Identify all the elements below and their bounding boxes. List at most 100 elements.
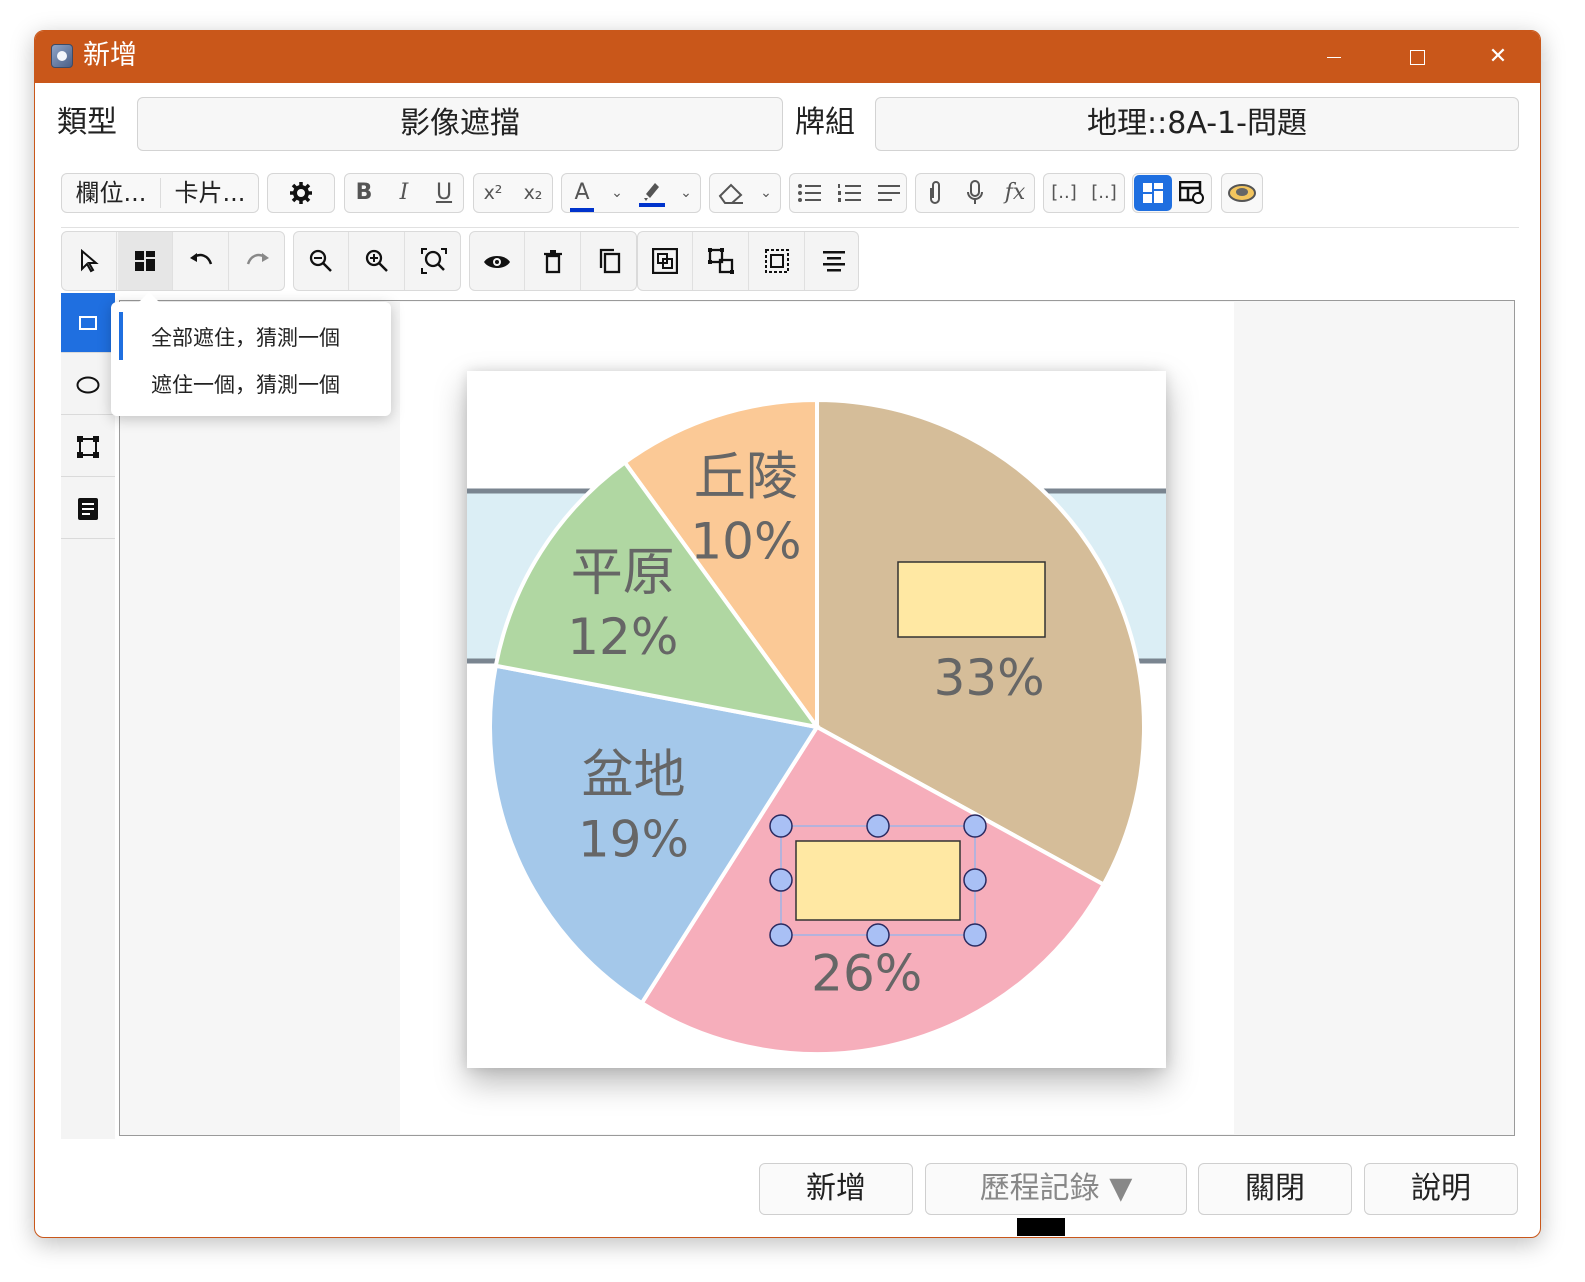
window-title: 新增	[83, 40, 137, 71]
table-edit-icon[interactable]	[1173, 174, 1211, 212]
occlusion-mask[interactable]	[897, 561, 1046, 638]
align-icon[interactable]	[870, 174, 908, 212]
ungroup-shapes-icon[interactable]	[694, 232, 749, 290]
polygon-tool-icon[interactable]	[61, 417, 115, 477]
add-note-window: 新增 ✕ 類型 影像遮擋 牌組 地理::8A-1-問題 欄位... 卡片... …	[34, 30, 1541, 1238]
resize-handle[interactable]	[963, 923, 987, 947]
resize-handle[interactable]	[769, 868, 793, 892]
zoom-out-icon[interactable]	[294, 232, 349, 290]
select-all-icon[interactable]	[750, 232, 805, 290]
attachment-icon[interactable]	[916, 174, 954, 212]
resize-handle[interactable]	[866, 814, 890, 838]
shape-toolbar	[61, 293, 115, 1139]
script-group: x² x₂	[473, 173, 553, 213]
zoom-group	[293, 231, 461, 291]
occlusion-mode-icon[interactable]	[118, 232, 173, 290]
superscript-button[interactable]: x²	[474, 174, 512, 212]
font-color-glyph: A	[570, 178, 594, 212]
resize-handle[interactable]	[769, 814, 793, 838]
help-button[interactable]: 說明	[1364, 1163, 1518, 1215]
occlusion-image[interactable]: 丘陵 10% 33% 26% 盆地 19% 平原 12%	[467, 371, 1166, 1068]
pie-chart: 丘陵10% 33% 26% 盆地19% 平原12%	[467, 397, 1166, 1056]
deck-label: 牌組	[795, 105, 855, 140]
resize-handle[interactable]	[866, 923, 890, 947]
ellipse-tool-icon[interactable]	[61, 355, 115, 415]
occlusion-mask-selected[interactable]	[795, 840, 961, 921]
chevron-down-icon[interactable]: ⌄	[672, 174, 700, 212]
subscript-button[interactable]: x₂	[514, 174, 552, 212]
text-style-group: B I U	[344, 173, 464, 213]
toolbar-divider	[61, 227, 1519, 228]
settings-group	[267, 173, 335, 213]
cloze-add-icon[interactable]: [..]	[1044, 174, 1084, 212]
minimize-button[interactable]	[1311, 39, 1357, 75]
taskbar-fragment	[1017, 1218, 1065, 1236]
title-bar: 新增 ✕	[35, 31, 1540, 83]
resize-handle[interactable]	[963, 814, 987, 838]
microphone-icon[interactable]	[956, 174, 994, 212]
chevron-down-icon[interactable]: ⌄	[752, 174, 780, 212]
select-group	[61, 231, 285, 291]
add-button[interactable]: 新增	[759, 1163, 913, 1215]
close-button[interactable]: 關閉	[1198, 1163, 1352, 1215]
select-cursor-icon[interactable]	[62, 232, 117, 290]
type-label: 類型	[57, 105, 117, 140]
slice-value-label: 19%	[578, 810, 689, 868]
note-type-selector[interactable]: 影像遮擋	[137, 97, 783, 151]
slice-value-label: 26%	[811, 945, 922, 1003]
formula-icon[interactable]: fx	[996, 174, 1034, 212]
align-center-icon[interactable]	[806, 232, 861, 290]
undo-icon[interactable]	[174, 232, 229, 290]
cloze-icon[interactable]: [..]	[1084, 174, 1124, 212]
addon-icon[interactable]	[1222, 174, 1262, 212]
text-tool-icon[interactable]	[61, 479, 115, 539]
cards-button[interactable]: 卡片...	[161, 174, 259, 212]
menu-item-hide-one-guess-one[interactable]: 遮住一個，猜測一個	[151, 369, 340, 399]
resize-handle[interactable]	[769, 923, 793, 947]
zoom-reset-icon[interactable]	[406, 232, 461, 290]
color-group: A ⌄ ⌄	[561, 173, 701, 213]
slice-value-label: 33%	[934, 649, 1045, 707]
group-shapes-icon[interactable]	[638, 232, 693, 290]
view-edit-group	[469, 231, 637, 291]
media-group: fx	[915, 173, 1035, 213]
duplicate-icon[interactable]	[582, 232, 637, 290]
addon-group	[1221, 173, 1263, 213]
highlight-color-button[interactable]	[632, 174, 672, 212]
trash-icon[interactable]	[526, 232, 581, 290]
italic-button[interactable]: I	[385, 174, 423, 212]
slice-name-label: 盆地	[581, 745, 685, 805]
eraser-icon[interactable]	[710, 174, 752, 212]
maximize-button[interactable]	[1393, 39, 1439, 75]
slice-value-label: 12%	[567, 608, 678, 666]
underline-button[interactable]: U	[425, 174, 463, 212]
slice-name-label: 平原	[571, 543, 675, 603]
menu-item-hide-all-guess-one[interactable]: 全部遮住，猜測一個	[151, 322, 340, 352]
occlusion-mode-group	[1132, 173, 1212, 213]
bullet-list-icon[interactable]	[790, 174, 828, 212]
resize-handle[interactable]	[963, 868, 987, 892]
anki-app-icon	[51, 44, 73, 68]
eye-icon[interactable]	[470, 232, 525, 290]
list-group	[789, 173, 907, 213]
zoom-in-icon[interactable]	[350, 232, 405, 290]
deck-selector[interactable]: 地理::8A-1-問題	[875, 97, 1519, 151]
close-window-button[interactable]: ✕	[1475, 39, 1521, 75]
cloze-group: [..] [..]	[1043, 173, 1125, 213]
font-color-button[interactable]: A	[562, 174, 602, 212]
chevron-down-icon[interactable]: ⌄	[602, 174, 632, 212]
history-button[interactable]: 歷程記錄 ▼	[925, 1163, 1187, 1215]
fields-button[interactable]: 欄位...	[62, 174, 160, 212]
redo-icon[interactable]	[230, 232, 285, 290]
rectangle-tool-icon[interactable]	[61, 293, 115, 353]
slice-name-label: 丘陵	[694, 447, 798, 507]
gear-icon[interactable]	[268, 174, 334, 212]
numbered-list-icon[interactable]	[830, 174, 868, 212]
eraser-group: ⌄	[709, 173, 781, 213]
bold-button[interactable]: B	[345, 174, 383, 212]
image-occlusion-mode-icon[interactable]	[1134, 175, 1172, 211]
selected-item-marker	[119, 312, 123, 360]
slice-value-label: 10%	[690, 512, 801, 570]
fields-cards-group: 欄位... 卡片...	[61, 173, 259, 213]
occlusion-mode-menu: 全部遮住，猜測一個 遮住一個，猜測一個	[111, 292, 391, 416]
